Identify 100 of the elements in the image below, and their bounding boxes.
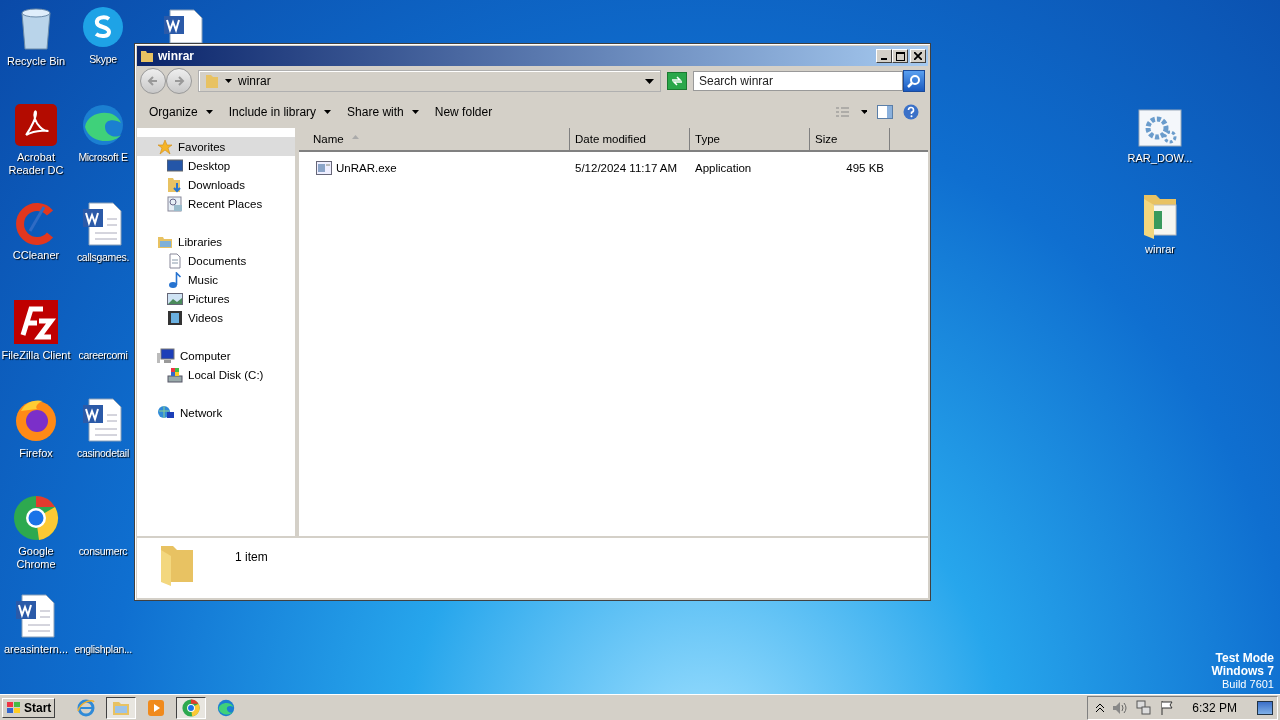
search-field[interactable]: Search winrar [693, 71, 903, 91]
address-bar[interactable]: winrar [198, 70, 661, 92]
icon-label: RAR_DOW... [1127, 152, 1193, 165]
search-button[interactable] [903, 70, 925, 92]
internet-explorer-icon [77, 698, 96, 717]
icon-label: CCleaner [12, 249, 60, 262]
nav-item[interactable]: Downloads [137, 175, 295, 194]
nav-item[interactable]: Music [137, 270, 295, 289]
chrome-icon[interactable] [13, 495, 59, 541]
minimize-button[interactable] [876, 49, 892, 63]
skype-icon[interactable] [81, 5, 125, 49]
nav-item[interactable]: Favorites [137, 137, 295, 156]
monitor-icon [167, 157, 183, 174]
taskbar-app-button[interactable] [176, 696, 207, 719]
icon-label: callsgames. [76, 251, 130, 264]
toolbar-button[interactable]: Organize [143, 101, 219, 123]
download-folder-icon [167, 176, 183, 193]
edge-icon[interactable] [81, 103, 125, 147]
gear-icon[interactable] [1137, 108, 1183, 148]
icon-label: careercomi [78, 349, 128, 362]
list-view-icon [835, 106, 867, 118]
toolbar-button[interactable]: Share with [341, 101, 425, 123]
nav-item[interactable]: Libraries [137, 232, 295, 251]
window-title: winrar [158, 49, 194, 63]
nav-item[interactable]: Network [137, 403, 295, 422]
icon-label: winrar [1145, 243, 1175, 256]
icon-label: casinodetail [77, 447, 129, 460]
refresh-button[interactable] [667, 72, 687, 90]
maximize-button[interactable] [892, 49, 908, 63]
show-desktop-button[interactable] [1257, 700, 1273, 715]
speaker-icon[interactable] [1112, 700, 1129, 715]
table-cell: Application [695, 162, 752, 174]
clock[interactable]: 6:32 PM [1192, 700, 1237, 715]
star-icon [157, 138, 173, 155]
icon-label: Recycle Bin [6, 55, 66, 68]
column-header[interactable]: Type [690, 128, 810, 150]
nav-item[interactable]: Pictures [137, 289, 295, 308]
acrobat-icon[interactable] [14, 103, 58, 147]
picture-icon [167, 290, 183, 307]
edge-icon [217, 698, 236, 717]
icon-label: areasintern... [3, 643, 69, 656]
nav-item[interactable]: Desktop [137, 156, 295, 175]
chrome-icon [182, 698, 201, 717]
nav-item[interactable]: Videos [137, 308, 295, 327]
refresh-icon [671, 76, 683, 86]
document-icon[interactable] [14, 593, 58, 639]
folder-icon [140, 49, 154, 63]
system-notice: Build 7601 [1222, 678, 1274, 691]
nav-item[interactable]: Documents [137, 251, 295, 270]
windows-logo [6, 700, 22, 715]
document-icon[interactable] [81, 397, 125, 443]
filezilla-icon[interactable] [13, 299, 59, 345]
back-arrow-icon [147, 75, 159, 87]
document-icon [167, 252, 183, 269]
network-icon [157, 404, 175, 421]
column-header[interactable]: Size [810, 128, 890, 150]
maximize-icon [895, 51, 905, 61]
pane-icon [877, 105, 893, 119]
document-icon[interactable] [81, 201, 125, 247]
icon-label: Firefox [19, 447, 53, 460]
show-hidden-icon[interactable] [1096, 702, 1105, 713]
film-icon [167, 309, 183, 326]
nav-item[interactable]: Local Disk (C:) [137, 365, 295, 384]
toolbar-button[interactable]: New folder [428, 101, 499, 123]
status-text: 1 item [235, 550, 268, 564]
application-icon [316, 161, 332, 175]
start-button[interactable]: Start [2, 697, 56, 718]
caret-icon[interactable] [645, 78, 654, 84]
forward-arrow-icon [173, 75, 185, 87]
nav-item[interactable]: Computer [137, 346, 295, 365]
music-note-icon [167, 271, 183, 288]
icon-label: consumerc [78, 545, 128, 558]
folder-icon [205, 73, 219, 89]
column-header[interactable]: Date modified [570, 128, 690, 150]
icon-label: Google Chrome [15, 545, 57, 571]
nav-item[interactable]: Recent Places [137, 194, 295, 213]
icon-label: englishplan... [74, 643, 132, 656]
media-player-icon [147, 698, 166, 717]
caret-icon[interactable] [225, 79, 232, 83]
network-icon[interactable] [1136, 699, 1153, 716]
toolbar-button[interactable]: Include in library [222, 101, 338, 123]
search-icon [907, 74, 921, 88]
system-notice: Test Mode [1215, 652, 1274, 665]
icon-label: Microsoft E [78, 151, 128, 164]
icon-label: Skype [89, 53, 117, 66]
table-cell: UnRAR.exe [336, 162, 397, 174]
taskbar-app-button[interactable] [106, 696, 137, 719]
folder-icon [112, 699, 131, 716]
table-cell: 5/12/2024 11:17 AM [575, 162, 678, 174]
system-notice: Windows 7 [1211, 665, 1274, 678]
recent-places-icon [167, 195, 183, 212]
disk-drive-icon [167, 366, 183, 383]
file-row[interactable]: UnRAR.exe 5/12/2024 11:17 AM Application 495 KB [299, 158, 928, 178]
column-header[interactable]: Name [299, 128, 570, 150]
flag-icon[interactable] [1160, 699, 1175, 716]
icon-label: FileZilla Client [1, 349, 71, 362]
document-icon[interactable] [162, 8, 206, 43]
preview-pane-button[interactable] [874, 103, 896, 121]
close-icon [914, 52, 922, 60]
close-button[interactable] [910, 49, 926, 63]
